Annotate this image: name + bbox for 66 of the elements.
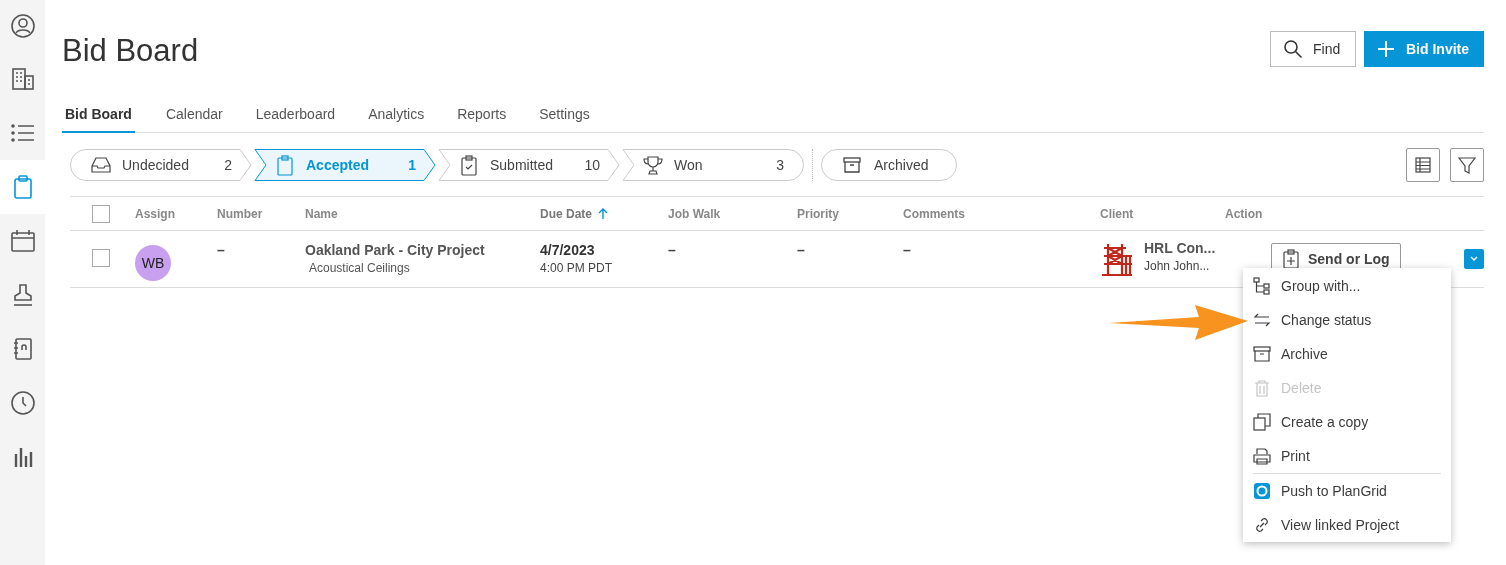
link-icon: [1253, 516, 1271, 534]
select-all-checkbox[interactable]: [92, 204, 110, 223]
table-cell: –: [903, 242, 911, 258]
building-icon: [9, 66, 36, 92]
archive-box-icon: [842, 154, 862, 175]
status-stage-tab[interactable]: Undecided 2: [70, 148, 252, 181]
clipboard-plus-icon: [1282, 248, 1300, 269]
due-date: 4/7/2023: [540, 242, 595, 258]
column-header[interactable]: Job Walk: [668, 206, 721, 221]
column-header[interactable]: Number: [217, 206, 263, 221]
menu-item[interactable]: Print: [1243, 439, 1451, 473]
app-logo-icon: [1253, 482, 1271, 500]
tab[interactable]: Settings: [536, 100, 606, 131]
table-view-button[interactable]: [1406, 147, 1440, 182]
table-cell: –: [668, 242, 676, 258]
hierarchy-icon: [1253, 277, 1271, 295]
dropdown-toggle[interactable]: [1464, 249, 1484, 269]
plus-icon: [1376, 39, 1396, 59]
trade-name: Acoustical Ceilings: [309, 261, 410, 275]
filter-icon: [1458, 155, 1476, 174]
table-cell: –: [797, 242, 805, 258]
column-header[interactable]: Name: [305, 206, 338, 221]
tab[interactable]: Calendar: [162, 100, 239, 131]
search-icon: [1283, 39, 1303, 59]
calendar-icon: [9, 228, 36, 254]
trophy-icon: [642, 153, 664, 176]
project-name[interactable]: Oakland Park - City Project: [305, 242, 485, 258]
checklist-icon: [458, 153, 480, 176]
column-header[interactable]: Client: [1100, 206, 1134, 221]
tab[interactable]: Analytics: [365, 100, 441, 131]
client-name: HRL Con...: [1144, 240, 1216, 256]
menu-item[interactable]: View linked Project: [1243, 508, 1451, 542]
table-cell: –: [217, 242, 225, 258]
copy-icon: [1253, 413, 1271, 431]
assignee-avatar: WB: [135, 245, 171, 281]
filter-button[interactable]: [1450, 147, 1484, 182]
column-header[interactable]: Action: [1225, 206, 1263, 221]
column-header[interactable]: Assign: [135, 206, 175, 221]
clipboard-icon: [274, 153, 296, 176]
column-header[interactable]: Priority: [797, 206, 839, 221]
sort-arrow-icon: [598, 207, 608, 220]
status-stage-tab[interactable]: Won 3: [622, 148, 804, 181]
archived-button[interactable]: Archived: [821, 148, 957, 181]
client-contact: John John...: [1144, 259, 1211, 273]
find-button[interactable]: Find: [1270, 31, 1356, 67]
table-icon: [1414, 155, 1432, 174]
menu-item[interactable]: Archive: [1243, 337, 1451, 371]
menu-item[interactable]: Push to PlanGrid: [1243, 474, 1451, 508]
swap-arrows-icon: [1253, 311, 1271, 329]
column-header[interactable]: Comments: [903, 206, 965, 221]
row-checkbox[interactable]: [92, 249, 110, 267]
chevron-down-icon: [1469, 255, 1479, 263]
tab[interactable]: Bid Board: [62, 100, 135, 133]
archive-box-icon: [1253, 345, 1271, 363]
tab[interactable]: Reports: [454, 100, 523, 131]
page-title: Bid Board: [62, 33, 199, 69]
trash-icon: [1253, 379, 1271, 397]
printer-icon: [1253, 447, 1271, 465]
due-time: 4:00 PM PDT: [540, 261, 613, 275]
user-icon: [9, 13, 36, 39]
clock-icon: [9, 390, 36, 416]
status-stage-tab[interactable]: Submitted 10: [438, 148, 620, 181]
menu-item[interactable]: Create a copy: [1243, 405, 1451, 439]
tab[interactable]: Leaderboard: [252, 100, 352, 131]
column-header[interactable]: Due Date: [540, 206, 592, 221]
menu-item[interactable]: Change status: [1243, 303, 1451, 337]
